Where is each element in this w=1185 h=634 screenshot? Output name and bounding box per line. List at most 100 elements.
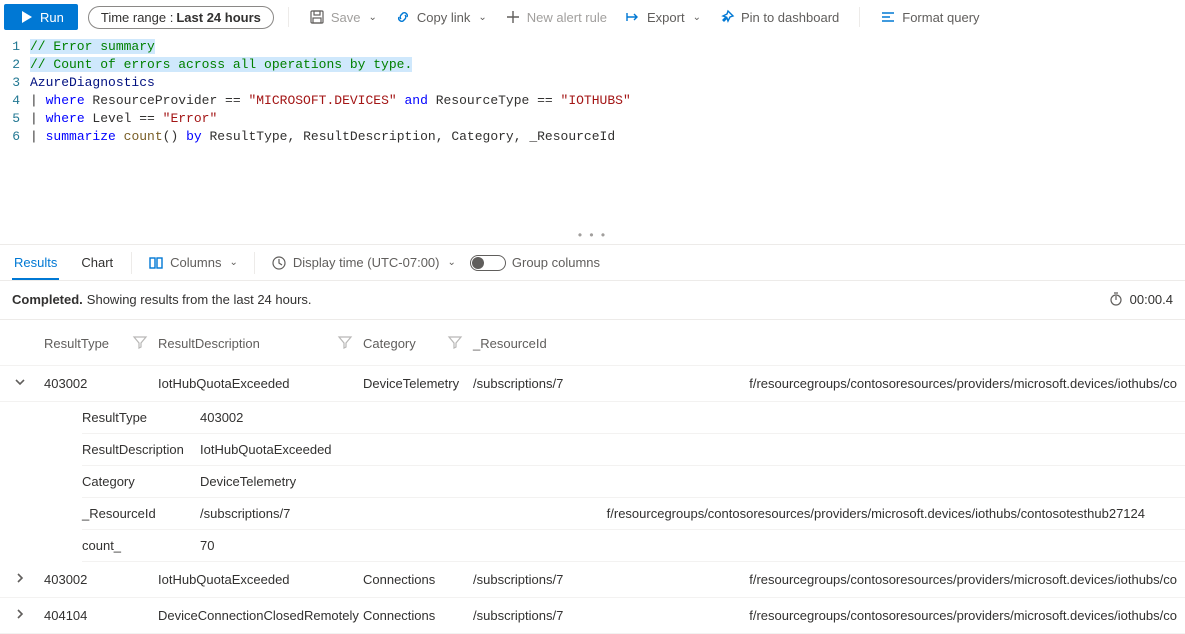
- format-icon: [880, 9, 896, 25]
- code-line[interactable]: | summarize count() by ResultType, Resul…: [30, 128, 615, 146]
- detail-key: ResultDescription: [82, 442, 200, 457]
- save-button[interactable]: Save ⌄: [303, 5, 383, 29]
- export-button[interactable]: Export ⌄: [619, 5, 707, 29]
- cell-category: Connections: [363, 572, 473, 587]
- separator: [254, 252, 255, 274]
- expand-toggle[interactable]: [0, 570, 40, 589]
- expand-toggle[interactable]: [0, 374, 40, 393]
- columns-icon: [148, 255, 164, 271]
- filter-icon[interactable]: [132, 334, 158, 353]
- time-range-label: Time range :: [101, 10, 174, 25]
- stopwatch-icon: [1108, 291, 1124, 307]
- cell-resourceid: /subscriptions/7f/resourcegroups/contoso…: [473, 376, 1185, 391]
- link-icon: [395, 9, 411, 25]
- chevron-down-icon: ⌄: [229, 257, 237, 268]
- cell-resultdescription: DeviceConnectionClosedRemotely: [158, 608, 363, 623]
- results-toolbar: Results Chart Columns ⌄ Display time (UT…: [0, 244, 1185, 281]
- code-line[interactable]: // Count of errors across all operations…: [30, 56, 412, 74]
- query-toolbar: Run Time range : Last 24 hours Save ⌄ Co…: [0, 0, 1185, 36]
- group-columns-toggle[interactable]: Group columns: [470, 255, 600, 271]
- status-message: Showing results from the last 24 hours.: [87, 292, 312, 307]
- tab-results[interactable]: Results: [12, 245, 59, 280]
- detail-value: IotHubQuotaExceeded: [200, 442, 1185, 457]
- export-icon: [625, 9, 641, 25]
- time-range-picker[interactable]: Time range : Last 24 hours: [88, 6, 274, 29]
- columns-picker[interactable]: Columns ⌄: [148, 255, 238, 271]
- cell-category: Connections: [363, 608, 473, 623]
- detail-value: /subscriptions/7f/resourcegroups/contoso…: [200, 506, 1185, 521]
- new-alert-label: New alert rule: [527, 10, 607, 25]
- format-query-label: Format query: [902, 10, 979, 25]
- status-row: Completed. Showing results from the last…: [0, 281, 1185, 320]
- pin-label: Pin to dashboard: [741, 10, 839, 25]
- cell-resulttype: 403002: [40, 376, 158, 391]
- separator: [288, 7, 289, 27]
- save-icon: [309, 9, 325, 25]
- row-detail: ResultType403002ResultDescriptionIotHubQ…: [0, 402, 1185, 562]
- cell-resourceid: /subscriptions/7f/resourcegroups/contoso…: [473, 572, 1185, 587]
- copy-link-label: Copy link: [417, 10, 470, 25]
- cell-resulttype: 403002: [40, 572, 158, 587]
- format-query-button[interactable]: Format query: [874, 5, 985, 29]
- filter-icon[interactable]: [337, 334, 363, 353]
- separator: [859, 7, 860, 27]
- separator: [131, 252, 132, 274]
- filter-icon[interactable]: [447, 334, 473, 353]
- chevron-down-icon: ⌄: [369, 12, 377, 23]
- cell-resulttype: 404104: [40, 608, 158, 623]
- gutter-line-number: 2: [0, 56, 30, 74]
- detail-row: ResultDescriptionIotHubQuotaExceeded: [82, 434, 1185, 466]
- table-row[interactable]: 404104DeviceConnectionClosedRemotelyConn…: [0, 598, 1185, 634]
- cell-resultdescription: IotHubQuotaExceeded: [158, 376, 363, 391]
- display-time-picker[interactable]: Display time (UTC-07:00) ⌄: [271, 255, 456, 271]
- code-line[interactable]: AzureDiagnostics: [30, 74, 155, 92]
- cell-category: DeviceTelemetry: [363, 376, 473, 391]
- gutter-line-number: 6: [0, 128, 30, 146]
- table-row[interactable]: 403002IotHubQuotaExceededDeviceTelemetry…: [0, 366, 1185, 402]
- detail-key: ResultType: [82, 410, 200, 425]
- status-completed: Completed.: [12, 292, 83, 307]
- col-resourceid[interactable]: _ResourceId: [473, 336, 547, 351]
- export-label: Export: [647, 10, 685, 25]
- pin-icon: [719, 9, 735, 25]
- detail-key: _ResourceId: [82, 506, 200, 521]
- run-button[interactable]: Run: [4, 4, 78, 30]
- tab-chart[interactable]: Chart: [79, 245, 115, 280]
- run-label: Run: [40, 10, 64, 25]
- query-timer: 00:00.4: [1108, 291, 1173, 307]
- table-row[interactable]: 403002IotHubQuotaExceededConnections/sub…: [0, 562, 1185, 598]
- detail-row: ResultType403002: [82, 402, 1185, 434]
- query-editor[interactable]: 1// Error summary2// Count of errors acr…: [0, 36, 1185, 226]
- copy-link-button[interactable]: Copy link ⌄: [389, 5, 493, 29]
- gutter-line-number: 4: [0, 92, 30, 110]
- chevron-down-icon: ⌄: [693, 12, 701, 23]
- columns-label: Columns: [170, 255, 221, 270]
- plus-icon: [505, 9, 521, 25]
- detail-row: _ResourceId/subscriptions/7f/resourcegro…: [82, 498, 1185, 530]
- code-line[interactable]: // Error summary: [30, 38, 155, 56]
- code-line[interactable]: | where Level == "Error": [30, 110, 217, 128]
- pin-button[interactable]: Pin to dashboard: [713, 5, 845, 29]
- detail-row: CategoryDeviceTelemetry: [82, 466, 1185, 498]
- col-resultdescription[interactable]: ResultDescription: [158, 336, 260, 351]
- results-grid: 403002IotHubQuotaExceededDeviceTelemetry…: [0, 366, 1185, 634]
- chevron-down-icon: ⌄: [478, 12, 486, 23]
- result-tabs: Results Chart: [12, 245, 115, 280]
- chevron-down-icon: ⌄: [448, 257, 456, 268]
- group-columns-label: Group columns: [512, 255, 600, 270]
- gutter-line-number: 1: [0, 38, 30, 56]
- detail-key: count_: [82, 538, 200, 553]
- col-category[interactable]: Category: [363, 336, 416, 351]
- toggle-switch[interactable]: [470, 255, 506, 271]
- col-resulttype[interactable]: ResultType: [44, 336, 109, 351]
- code-line[interactable]: | where ResourceProvider == "MICROSOFT.D…: [30, 92, 631, 110]
- detail-key: Category: [82, 474, 200, 489]
- expand-toggle[interactable]: [0, 606, 40, 625]
- display-time-label: Display time (UTC-07:00): [293, 255, 440, 270]
- detail-value: 403002: [200, 410, 1185, 425]
- detail-value: 70: [200, 538, 1185, 553]
- gutter-line-number: 3: [0, 74, 30, 92]
- pane-drag-handle[interactable]: • • •: [0, 226, 1185, 244]
- time-range-value: Last 24 hours: [176, 10, 261, 25]
- new-alert-button[interactable]: New alert rule: [499, 5, 613, 29]
